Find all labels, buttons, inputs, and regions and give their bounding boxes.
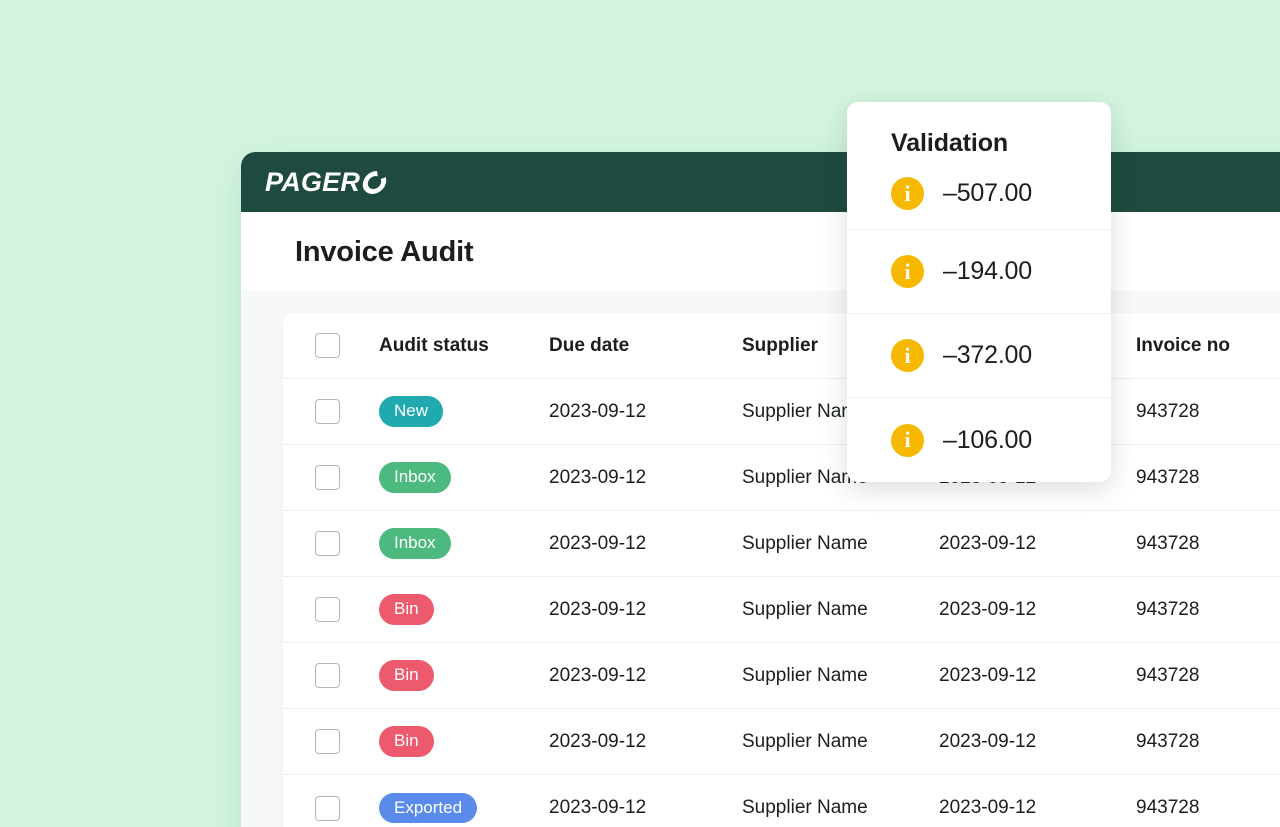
row-select-checkbox[interactable]: [315, 663, 340, 688]
due-date-cell: 2023-09-12: [549, 533, 742, 555]
row-select-cell[interactable]: [315, 597, 379, 622]
validation-item[interactable]: i –372.00: [847, 314, 1111, 398]
row-select-cell[interactable]: [315, 531, 379, 556]
application-card: PAGER Invoice Audit Audit statusDue date…: [241, 152, 1280, 827]
invoice-no-cell: 943728: [1136, 599, 1280, 621]
due-date-cell: 2023-09-12: [549, 665, 742, 687]
column-header-status: Audit status: [379, 335, 549, 357]
audit-status-cell: Inbox: [379, 462, 549, 492]
supplier-cell: Supplier Name: [742, 533, 939, 555]
secondary-date-cell: 2023-09-12: [939, 665, 1136, 687]
invoice-audit-table: Audit statusDue dateSupplierInvoice no N…: [283, 313, 1280, 827]
row-select-cell[interactable]: [315, 729, 379, 754]
secondary-date-cell: 2023-09-12: [939, 731, 1136, 753]
validation-item[interactable]: i –507.00: [847, 158, 1111, 230]
status-badge[interactable]: Bin: [379, 726, 434, 756]
validation-value: –372.00: [943, 341, 1032, 370]
status-badge[interactable]: Bin: [379, 660, 434, 690]
audit-status-cell: Exported: [379, 793, 549, 823]
invoice-no-cell: 943728: [1136, 731, 1280, 753]
table-row[interactable]: Exported 2023-09-12Supplier Name2023-09-1…: [283, 775, 1280, 827]
invoice-no-cell: 943728: [1136, 797, 1280, 819]
status-badge[interactable]: Inbox: [379, 462, 451, 492]
brand-header-bar: PAGER: [241, 152, 1280, 212]
row-select-cell[interactable]: [315, 465, 379, 490]
invoice-no-cell: 943728: [1136, 665, 1280, 687]
invoice-no-cell: 943728: [1136, 533, 1280, 555]
page-title: Invoice Audit: [295, 236, 1280, 269]
due-date-cell: 2023-09-12: [549, 797, 742, 819]
page-title-region: Invoice Audit: [241, 212, 1280, 291]
row-select-checkbox[interactable]: [315, 796, 340, 821]
column-header-invoice: Invoice no: [1136, 335, 1280, 357]
validation-value: –507.00: [943, 179, 1032, 208]
table-body: New2023-09-12Supplier Name2023-09-129437…: [283, 379, 1280, 827]
status-badge[interactable]: Exported: [379, 793, 477, 823]
validation-popup: Validation i –507.00 i –194.00 i –372.00 i –106…: [847, 102, 1111, 482]
table-header-row: Audit statusDue dateSupplierInvoice no: [283, 313, 1280, 379]
row-select-checkbox[interactable]: [315, 399, 340, 424]
column-header-due: Due date: [549, 335, 742, 357]
supplier-cell: Supplier Name: [742, 731, 939, 753]
status-badge[interactable]: New: [379, 396, 443, 426]
table-row[interactable]: Bin2023-09-12Supplier Name2023-09-129437…: [283, 577, 1280, 643]
due-date-cell: 2023-09-12: [549, 467, 742, 489]
validation-value: –194.00: [943, 257, 1032, 286]
table-row[interactable]: Bin2023-09-12Supplier Name2023-09-129437…: [283, 709, 1280, 775]
audit-status-cell: Bin: [379, 594, 549, 624]
secondary-date-cell: 2023-09-12: [939, 797, 1136, 819]
due-date-cell: 2023-09-12: [549, 401, 742, 423]
status-badge[interactable]: Inbox: [379, 528, 451, 558]
validation-item-list: i –507.00 i –194.00 i –372.00 i –106.00: [847, 158, 1111, 482]
info-icon: i: [891, 177, 924, 210]
content-area: Audit statusDue dateSupplierInvoice no N…: [241, 291, 1280, 827]
select-all-checkbox[interactable]: [315, 333, 340, 358]
select-all-cell[interactable]: [315, 333, 379, 358]
validation-popup-title: Validation: [847, 102, 1111, 158]
info-icon: i: [891, 339, 924, 372]
row-select-cell[interactable]: [315, 399, 379, 424]
logo-wordmark: PAGER: [265, 169, 360, 196]
validation-value: –106.00: [943, 426, 1032, 455]
audit-status-cell: Bin: [379, 660, 549, 690]
row-select-checkbox[interactable]: [315, 597, 340, 622]
due-date-cell: 2023-09-12: [549, 731, 742, 753]
validation-item[interactable]: i –194.00: [847, 230, 1111, 314]
status-badge[interactable]: Bin: [379, 594, 434, 624]
supplier-cell: Supplier Name: [742, 665, 939, 687]
row-select-checkbox[interactable]: [315, 531, 340, 556]
circle-o-mark-icon: [361, 171, 388, 194]
table-row[interactable]: Inbox2023-09-12Supplier Name2023-09-1294…: [283, 511, 1280, 577]
secondary-date-cell: 2023-09-12: [939, 599, 1136, 621]
info-icon: i: [891, 424, 924, 457]
pagero-logo[interactable]: PAGER: [265, 169, 386, 196]
due-date-cell: 2023-09-12: [549, 599, 742, 621]
table-row[interactable]: Bin2023-09-12Supplier Name2023-09-129437…: [283, 643, 1280, 709]
invoice-no-cell: 943728: [1136, 467, 1280, 489]
audit-status-cell: New: [379, 396, 549, 426]
audit-status-cell: Bin: [379, 726, 549, 756]
row-select-cell[interactable]: [315, 796, 379, 821]
supplier-cell: Supplier Name: [742, 797, 939, 819]
supplier-cell: Supplier Name: [742, 599, 939, 621]
info-icon: i: [891, 255, 924, 288]
row-select-checkbox[interactable]: [315, 729, 340, 754]
row-select-cell[interactable]: [315, 663, 379, 688]
row-select-checkbox[interactable]: [315, 465, 340, 490]
audit-status-cell: Inbox: [379, 528, 549, 558]
invoice-no-cell: 943728: [1136, 401, 1280, 423]
secondary-date-cell: 2023-09-12: [939, 533, 1136, 555]
validation-item[interactable]: i –106.00: [847, 398, 1111, 482]
table-row[interactable]: New2023-09-12Supplier Name2023-09-129437…: [283, 379, 1280, 445]
table-row[interactable]: Inbox2023-09-12Supplier Name2023-09-1294…: [283, 445, 1280, 511]
